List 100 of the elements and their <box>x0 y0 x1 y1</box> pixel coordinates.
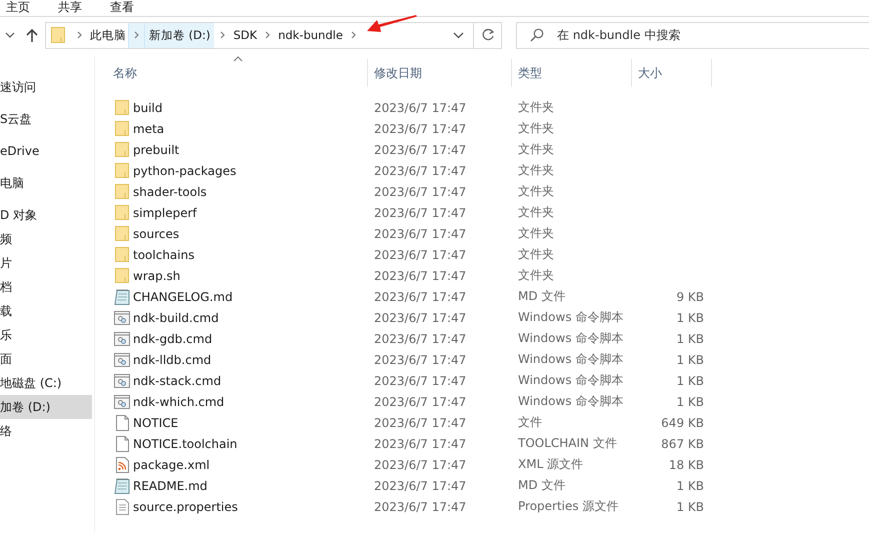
up-arrow-icon[interactable] <box>26 28 38 42</box>
folder-icon <box>114 205 130 220</box>
folder-icon <box>114 100 130 115</box>
chevron-icon[interactable] <box>350 31 356 39</box>
file-name[interactable]: ndk-stack.cmd <box>133 374 222 388</box>
sidebar-item[interactable]: 络 <box>0 419 92 443</box>
file-type: Windows 命令脚本 <box>518 372 624 389</box>
file-type: 文件夹 <box>518 225 554 242</box>
column-header[interactable]: 修改日期 <box>368 59 512 87</box>
file-name[interactable]: ndk-which.cmd <box>133 394 224 408</box>
dropdown-caret-icon[interactable] <box>5 32 15 38</box>
file-type: Windows 命令脚本 <box>518 393 624 410</box>
sidebar-item[interactable]: 片 <box>0 251 92 275</box>
modified-date: 2023/6/7 17:47 <box>374 458 466 472</box>
file-type: Windows 命令脚本 <box>518 351 624 368</box>
sidebar-item[interactable]: 乐 <box>0 323 92 347</box>
file-type: Properties 源文件 <box>518 498 618 515</box>
chevron-icon[interactable] <box>265 31 270 39</box>
breadcrumb-segment[interactable]: ndk-bundle <box>276 22 345 48</box>
file-size: 1 KB <box>676 500 704 514</box>
folder-icon <box>114 247 130 262</box>
file-size: 1 KB <box>676 332 704 346</box>
sidebar-item[interactable]: 频 <box>0 227 92 251</box>
column-header[interactable]: 类型 <box>512 59 632 87</box>
script-file-icon <box>114 310 130 324</box>
file-name[interactable]: ndk-lldb.cmd <box>133 352 212 366</box>
sidebar-item[interactable]: 档 <box>0 275 92 299</box>
breadcrumb-segment[interactable]: SDK <box>231 22 260 48</box>
ribbon-tab[interactable]: 主页 <box>6 0 30 16</box>
file-name[interactable]: prebuilt <box>133 142 180 156</box>
file-name[interactable]: wrap.sh <box>133 268 180 282</box>
search-field[interactable]: 在 ndk-bundle 中搜索 <box>516 22 869 48</box>
folder-icon <box>114 121 130 136</box>
breadcrumb-segment[interactable]: 新加卷 (D:) <box>145 22 214 48</box>
file-name[interactable]: README.md <box>133 478 208 492</box>
file-name[interactable]: ndk-gdb.cmd <box>133 332 212 346</box>
file-name[interactable]: meta <box>133 122 164 136</box>
file-name[interactable]: source.properties <box>133 500 238 514</box>
chevron-icon[interactable] <box>220 31 226 39</box>
sidebar-item[interactable]: 电脑 <box>0 171 92 195</box>
file-size: 1 KB <box>676 394 704 408</box>
file-name[interactable]: build <box>133 100 163 114</box>
feed-file-icon <box>114 456 130 472</box>
breadcrumb-segment[interactable]: 此电脑 <box>88 22 128 48</box>
file-name[interactable]: shader-tools <box>133 184 207 198</box>
column-header[interactable]: 名称 <box>107 59 368 87</box>
ribbon-tab[interactable]: 查看 <box>110 0 134 16</box>
folder-icon <box>51 27 65 43</box>
file-name[interactable]: python-packages <box>133 164 236 178</box>
chevron-icon[interactable] <box>134 31 139 39</box>
sidebar-item[interactable]: eDrive <box>0 139 92 163</box>
modified-date: 2023/6/7 17:47 <box>374 268 466 282</box>
file-name[interactable]: NOTICE.toolchain <box>133 436 238 450</box>
file-type: MD 文件 <box>518 477 566 494</box>
sidebar-item[interactable]: 加卷 (D:) <box>0 395 92 419</box>
chevron-icon[interactable] <box>77 31 82 39</box>
folder-icon <box>114 142 130 157</box>
modified-date: 2023/6/7 17:47 <box>374 416 466 430</box>
annotation-arrow <box>367 15 417 33</box>
file-type: 文件夹 <box>518 141 554 158</box>
modified-date: 2023/6/7 17:47 <box>374 184 466 198</box>
modified-date: 2023/6/7 17:47 <box>374 142 466 156</box>
file-type: Windows 命令脚本 <box>518 309 624 326</box>
script-file-icon <box>114 352 130 366</box>
file-name[interactable]: sources <box>133 226 180 240</box>
file-name[interactable]: toolchains <box>133 248 194 262</box>
file-type: XML 源文件 <box>518 456 584 473</box>
sidebar-item[interactable]: 速访问 <box>0 75 92 99</box>
file-name[interactable]: simpleperf <box>133 206 197 220</box>
dropdown-caret-icon[interactable] <box>453 32 464 38</box>
script-file-icon <box>114 394 130 408</box>
sidebar-item[interactable]: 载 <box>0 299 92 323</box>
file-type: 文件夹 <box>518 99 554 116</box>
file-icon <box>114 436 130 452</box>
column-header[interactable]: 大小 <box>632 59 712 87</box>
modified-date: 2023/6/7 17:47 <box>374 226 466 240</box>
file-name[interactable]: NOTICE <box>133 416 178 430</box>
file-size: 867 KB <box>661 436 704 450</box>
modified-date: 2023/6/7 17:47 <box>374 290 466 304</box>
modified-date: 2023/6/7 17:47 <box>374 310 466 324</box>
file-name[interactable]: CHANGELOG.md <box>133 290 233 304</box>
address-bar[interactable]: 此电脑 新加卷 (D:) SDK ndk-bundle <box>45 22 474 48</box>
sidebar-item[interactable]: 面 <box>0 347 92 371</box>
script-file-icon <box>114 332 130 346</box>
refresh-button[interactable] <box>474 22 502 48</box>
file-icon <box>114 414 130 430</box>
file-size: 649 KB <box>661 416 704 430</box>
file-name[interactable]: ndk-build.cmd <box>133 310 219 324</box>
modified-date: 2023/6/7 17:47 <box>374 122 466 136</box>
file-name[interactable]: package.xml <box>133 458 210 472</box>
file-type: 文件夹 <box>518 120 554 137</box>
search-icon <box>530 28 544 42</box>
file-type: Windows 命令脚本 <box>518 330 624 347</box>
file-type: MD 文件 <box>518 288 566 305</box>
sidebar-item[interactable]: 地磁盘 (C:) <box>0 371 92 395</box>
modified-date: 2023/6/7 17:47 <box>374 100 466 114</box>
text-file-icon <box>114 498 130 514</box>
sidebar-item[interactable]: D 对象 <box>0 203 92 227</box>
sidebar-item[interactable]: S云盘 <box>0 107 92 131</box>
ribbon-tab[interactable]: 共享 <box>58 0 82 16</box>
